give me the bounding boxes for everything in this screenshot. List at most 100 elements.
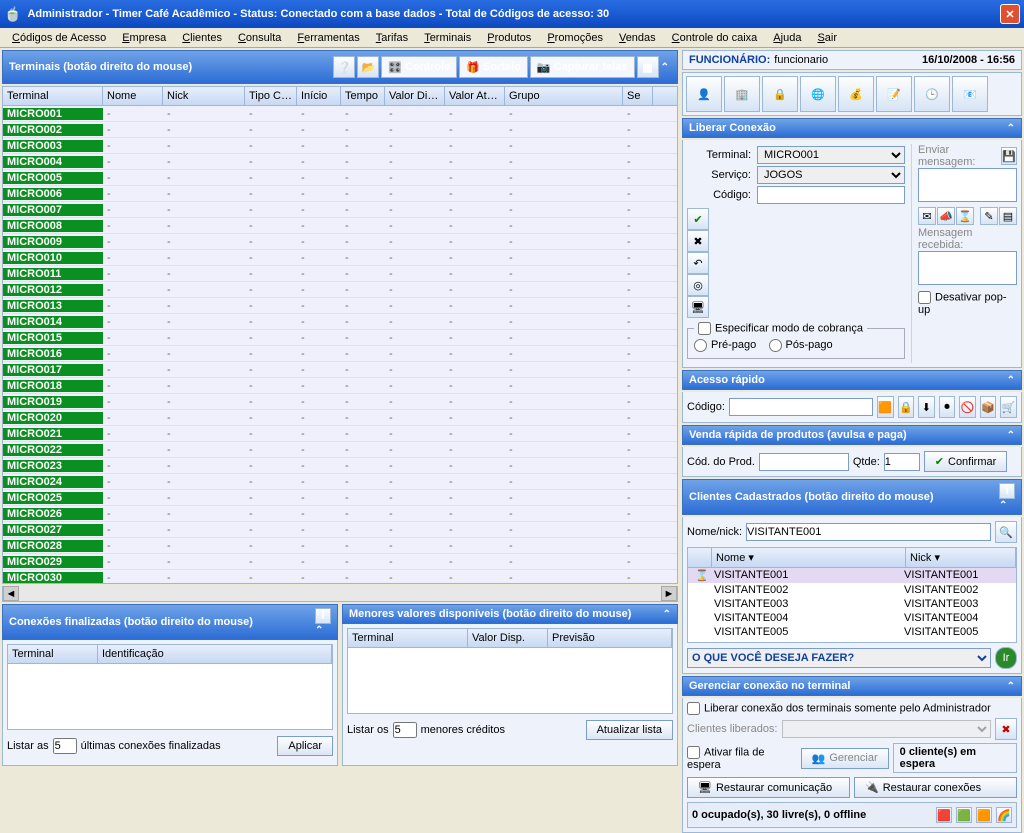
especificar-check[interactable] — [698, 322, 711, 335]
atualizar-button[interactable]: Atualizar lista — [586, 720, 673, 740]
sorteio-button[interactable]: 🎁Sorteio — [459, 56, 528, 78]
collapse-icon[interactable]: ⌃ — [999, 500, 1007, 511]
search-icon[interactable]: 🔍 — [995, 521, 1017, 543]
nomenick-input[interactable] — [746, 523, 991, 541]
col-nick[interactable]: Nick ▾ — [906, 548, 1016, 567]
undo-icon[interactable]: ↶ — [687, 252, 709, 274]
confirmar-button[interactable]: ✔Confirmar — [924, 451, 1008, 472]
mail2-icon[interactable]: ✉ — [918, 207, 936, 225]
collapse-icon[interactable]: ⌃ — [315, 625, 323, 636]
col-ident[interactable]: Identificação — [98, 645, 332, 663]
menores-num-input[interactable] — [393, 722, 417, 738]
table-row[interactable]: MICRO019--------- — [3, 394, 677, 410]
save-icon[interactable]: 💾 — [1001, 147, 1017, 165]
table-row[interactable]: MICRO012--------- — [3, 282, 677, 298]
mail-icon[interactable]: 📧 — [952, 76, 988, 112]
folder-icon[interactable]: 📂 — [357, 56, 379, 78]
enviar-msg-input[interactable] — [918, 168, 1017, 202]
info-icon[interactable]: i — [315, 608, 331, 624]
table-row[interactable]: MICRO016--------- — [3, 346, 677, 362]
table-row[interactable]: MICRO018--------- — [3, 378, 677, 394]
table-row[interactable]: MICRO025--------- — [3, 490, 677, 506]
collapse-icon[interactable]: ⌃ — [1007, 375, 1015, 386]
s2-icon[interactable]: 🟩 — [956, 807, 972, 823]
user-icon[interactable]: 👤 — [686, 76, 722, 112]
col-tipocod[interactable]: Tipo Cod. — [245, 87, 297, 105]
scroll-left-icon[interactable]: ◄ — [3, 586, 19, 601]
ar5-icon[interactable]: 🚫 — [959, 396, 976, 418]
col-nome[interactable]: Nome ▾ — [712, 548, 906, 567]
s3-icon[interactable]: 🟧 — [976, 807, 992, 823]
table-row[interactable]: MICRO013--------- — [3, 298, 677, 314]
table-row[interactable]: MICRO008--------- — [3, 218, 677, 234]
lock-icon[interactable]: 🔒 — [762, 76, 798, 112]
s1-icon[interactable]: 🟥 — [936, 807, 952, 823]
col-valor[interactable]: Valor Disp. — [468, 629, 548, 647]
col-prev[interactable]: Previsão — [548, 629, 672, 647]
table-row[interactable]: MICRO004--------- — [3, 154, 677, 170]
hourglass-icon[interactable]: ⌛ — [956, 207, 974, 225]
liberar-admin-check[interactable]: Liberar conexão dos terminais somente pe… — [687, 702, 1017, 715]
menu-terminais[interactable]: Terminais — [416, 30, 479, 46]
menu-empresa[interactable]: Empresa — [114, 30, 174, 46]
table-row[interactable]: MICRO020--------- — [3, 410, 677, 426]
edit-icon[interactable]: ✎ — [980, 207, 998, 225]
list-icon[interactable]: ▤ — [999, 207, 1017, 225]
ativar-fila-check[interactable]: Ativar fila de espera — [687, 746, 797, 771]
codigo-input[interactable] — [757, 186, 905, 204]
ar4-icon[interactable]: ⏺ — [939, 396, 956, 418]
aplicar-button[interactable]: Aplicar — [277, 736, 333, 756]
scroll-right-icon[interactable]: ► — [661, 586, 677, 601]
venda-qtde-input[interactable] — [884, 453, 920, 471]
col-terminal[interactable]: Terminal — [3, 87, 103, 105]
capturar-button[interactable]: 📷Capturar telas — [530, 56, 635, 78]
table-row[interactable]: MICRO024--------- — [3, 474, 677, 490]
close-button[interactable]: ✕ — [1000, 4, 1020, 24]
globe-icon[interactable]: 🌐 — [800, 76, 836, 112]
table-row[interactable]: MICRO002--------- — [3, 122, 677, 138]
pospago-radio[interactable]: Pós-pago — [769, 339, 833, 351]
table-row[interactable]: MICRO010--------- — [3, 250, 677, 266]
ar7-icon[interactable]: 🛒 — [1000, 396, 1017, 418]
servico-select[interactable]: JOGOS — [757, 166, 905, 184]
col-nick[interactable]: Nick — [163, 87, 245, 105]
ar2-icon[interactable]: 🔒 — [898, 396, 915, 418]
col-tempo[interactable]: Tempo — [341, 87, 385, 105]
s4-icon[interactable]: 🌈 — [996, 807, 1012, 823]
clock-icon[interactable]: 🕒 — [914, 76, 950, 112]
cancel-icon[interactable]: ✖ — [687, 230, 709, 252]
col-se[interactable]: Se — [623, 87, 653, 105]
help-icon[interactable]: ❔ — [333, 56, 355, 78]
menu-clientes[interactable]: Clientes — [174, 30, 230, 46]
table-row[interactable]: MICRO006--------- — [3, 186, 677, 202]
collapse-icon[interactable]: ⌃ — [1007, 681, 1015, 692]
grid-icon[interactable]: ▦ — [637, 56, 659, 78]
menu-consulta[interactable]: Consulta — [230, 30, 289, 46]
terminal-select[interactable]: MICRO001 — [757, 146, 905, 164]
collapse-icon[interactable]: ⌃ — [661, 62, 669, 73]
screen-icon[interactable]: 🖥 — [687, 296, 709, 318]
col-valordisp[interactable]: Valor Disp. — [385, 87, 445, 105]
col-nome[interactable]: Nome — [103, 87, 163, 105]
table-row[interactable]: MICRO003--------- — [3, 138, 677, 154]
ar1-icon[interactable]: 🟧 — [877, 396, 894, 418]
table-row[interactable]: MICRO029--------- — [3, 554, 677, 570]
conexoes-list[interactable]: Terminal Identificação — [7, 644, 333, 730]
table-row[interactable]: MICRO015--------- — [3, 330, 677, 346]
venda-cod-input[interactable] — [759, 453, 849, 471]
terminais-grid[interactable]: TerminalNomeNickTipo Cod.InícioTempoValo… — [2, 86, 678, 584]
col-incio[interactable]: Início — [297, 87, 341, 105]
money-icon[interactable]: 💰 — [838, 76, 874, 112]
collapse-icon[interactable]: ⌃ — [663, 609, 671, 620]
col-terminal[interactable]: Terminal — [8, 645, 98, 663]
table-row[interactable]: MICRO022--------- — [3, 442, 677, 458]
menu-sair[interactable]: Sair — [809, 30, 845, 46]
menu-cdigosdeacesso[interactable]: Códigos de Acesso — [4, 30, 114, 46]
menu-ajuda[interactable]: Ajuda — [765, 30, 809, 46]
collapse-icon[interactable]: ⌃ — [1007, 123, 1015, 134]
list-item[interactable]: VISITANTE004VISITANTE004 — [688, 611, 1016, 625]
menu-ferramentas[interactable]: Ferramentas — [289, 30, 367, 46]
menu-tarifas[interactable]: Tarifas — [368, 30, 416, 46]
msg-receb-input[interactable] — [918, 251, 1017, 285]
table-row[interactable]: MICRO014--------- — [3, 314, 677, 330]
